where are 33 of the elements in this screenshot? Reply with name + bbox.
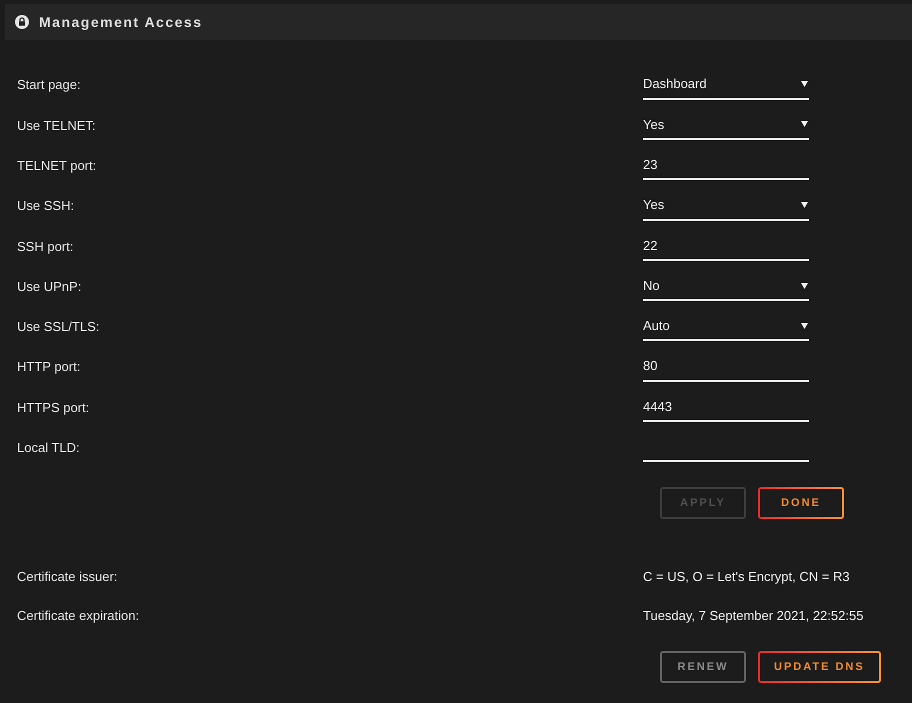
dropdown[interactable]: Yes [643, 192, 809, 221]
setting-label: HTTPS port: [16, 398, 90, 417]
certificate-value: C = US, O = Let's Encrypt, CN = R3 [643, 568, 850, 586]
caret-icon [801, 81, 808, 88]
certificate-value: Tuesday, 7 September 2021, 22:52:55 [643, 607, 864, 626]
input-field[interactable]: 22 [643, 232, 809, 261]
setting-label: Start page: [16, 76, 82, 94]
secondary-button[interactable]: RENEW [660, 650, 746, 683]
dropdown[interactable]: Yes [643, 110, 809, 140]
caret-icon [801, 282, 808, 289]
setting-label: Local TLD: [16, 439, 81, 458]
input-field[interactable]: 4443 [643, 393, 809, 422]
lock-icon [15, 15, 29, 29]
primary-button[interactable]: UPDATE DNS [758, 650, 881, 683]
setting-label: Use SSH: [16, 197, 76, 216]
caret-icon [801, 202, 808, 208]
panel-title: Management Access [39, 12, 202, 32]
setting-label: Use SSL/TLS: [16, 318, 100, 336]
primary-button[interactable]: DONE [758, 486, 844, 519]
setting-label: SSH port: [16, 238, 74, 256]
dropdown[interactable]: No [643, 272, 809, 302]
certificate-label: Certificate expiration: [16, 607, 140, 626]
setting-label: Use TELNET: [16, 116, 97, 135]
input-field[interactable]: 80 [643, 352, 809, 382]
setting-label: TELNET port: [16, 156, 98, 175]
dropdown[interactable]: Auto [643, 312, 809, 342]
setting-label: Use UPnP: [16, 278, 82, 296]
dropdown[interactable]: Dashboard [643, 70, 809, 100]
certificate-label: Certificate issuer: [16, 568, 118, 586]
setting-label: HTTP port: [16, 358, 82, 376]
caret-icon [801, 121, 808, 128]
caret-icon [801, 322, 808, 329]
input-field[interactable]: 23 [643, 151, 809, 180]
